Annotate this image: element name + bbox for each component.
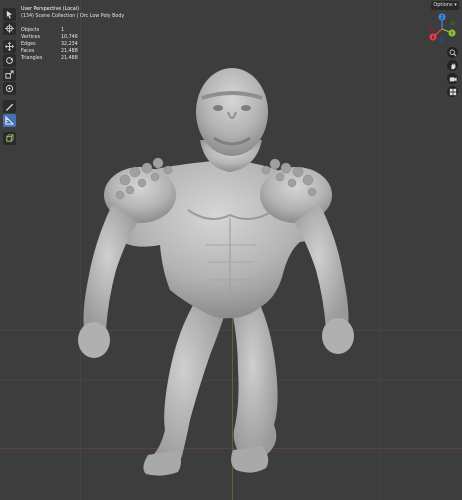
navigation-gizmo[interactable]: Z Y X	[425, 10, 459, 44]
3d-viewport[interactable]: User Perspective (Local) (134) Scene Col…	[0, 0, 462, 500]
stat-label: Faces	[21, 49, 35, 54]
select-tool-icon[interactable]	[3, 8, 16, 21]
stat-label: Triangles	[21, 56, 43, 61]
scene-statistics: Objects 1 Vertices 10,746 Edges 32,234 F…	[21, 27, 124, 62]
stat-row: Vertices 10,746	[21, 34, 124, 41]
stat-value: 1	[61, 28, 65, 33]
stat-value: 21,488	[61, 56, 78, 61]
move-tool-icon[interactable]	[3, 40, 16, 53]
cursor-tool-icon[interactable]	[3, 22, 16, 35]
stat-label: Edges	[21, 42, 36, 47]
annotate-tool-icon[interactable]	[3, 100, 16, 113]
stat-row: Faces 21,488	[21, 48, 124, 55]
chevron-down-icon: ▾	[454, 2, 457, 8]
stat-label: Vertices	[21, 35, 41, 40]
camera-icon[interactable]	[447, 73, 458, 84]
hand-pan-icon[interactable]	[447, 60, 458, 71]
stat-label: Objects	[21, 28, 40, 33]
svg-text:Z: Z	[441, 15, 444, 20]
measure-tool-icon[interactable]	[3, 114, 16, 127]
scale-tool-icon[interactable]	[3, 68, 16, 81]
orc-body-model[interactable]	[0, 0, 462, 500]
view-title: User Perspective (Local)	[21, 7, 79, 12]
collection-info: (134) Scene Collection | Orc Low Poly Bo…	[21, 14, 125, 19]
stat-row: Edges 32,234	[21, 41, 124, 48]
tool-shelf	[3, 8, 16, 146]
svg-text:X: X	[432, 35, 435, 40]
stat-row: Triangles 21,488	[21, 55, 124, 62]
stat-value: 21,488	[61, 49, 78, 54]
viewport-info: User Perspective (Local) (134) Scene Col…	[21, 6, 124, 62]
svg-text:Y: Y	[450, 31, 454, 36]
zoom-icon[interactable]	[447, 47, 458, 58]
grid-view-icon[interactable]	[447, 86, 458, 97]
stat-value: 10,746	[61, 35, 78, 40]
options-label: Options	[433, 2, 453, 8]
options-button[interactable]: Options ▾	[431, 1, 459, 10]
stat-value: 32,234	[61, 42, 78, 47]
transform-tool-icon[interactable]	[3, 82, 16, 95]
stat-row: Objects 1	[21, 27, 124, 34]
add-cube-icon[interactable]	[3, 132, 16, 145]
rotate-tool-icon[interactable]	[3, 54, 16, 67]
